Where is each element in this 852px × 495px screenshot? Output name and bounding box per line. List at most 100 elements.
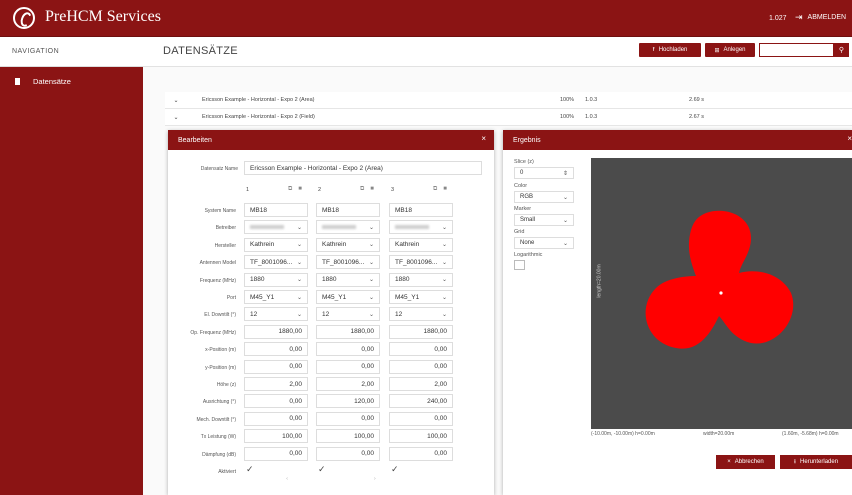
activated-checkbox[interactable]: ✓ xyxy=(246,464,254,475)
chevron-down-icon[interactable]: ⌄ xyxy=(165,97,187,104)
field-value: M45_Y1 xyxy=(395,293,420,301)
logout-icon: ⇥ xyxy=(795,12,803,22)
field-input[interactable]: 0,00 xyxy=(389,359,453,374)
upload-button[interactable]: ⭱ Hochladen xyxy=(639,43,701,57)
table-row[interactable]: ⌄ Ericsson Example - Horizontal - Expo 2… xyxy=(165,109,852,126)
download-button[interactable]: ⭳ Herunterladen xyxy=(780,455,852,469)
field-select[interactable]: Kathrein ⌄ xyxy=(244,237,308,252)
sidebar-item-datensaetze[interactable]: Datensätze xyxy=(0,71,143,91)
field-value: 0,00 xyxy=(289,397,302,405)
field-value: 12 xyxy=(395,310,403,318)
slice-input[interactable]: 0 ⇕ xyxy=(514,167,574,179)
field-select[interactable]: ⌄ xyxy=(316,220,380,235)
field-select[interactable]: M45_Y1 ⌄ xyxy=(389,290,453,304)
field-input[interactable]: 2,00 xyxy=(244,377,308,391)
field-value: TF_8001096... xyxy=(250,258,293,266)
field-select[interactable]: 12 ⌄ xyxy=(316,307,380,322)
field-input[interactable]: 0,00 xyxy=(244,394,308,409)
field-select[interactable]: 1880 ⌄ xyxy=(316,272,380,287)
field-input[interactable]: 0,00 xyxy=(389,411,453,426)
upload-label: Hochladen xyxy=(658,47,688,53)
result-panel-title: Ergebnis xyxy=(513,136,541,144)
field-input[interactable]: 120,00 xyxy=(316,394,380,409)
row-version: 1.0.3 xyxy=(585,97,598,103)
chevron-down-icon[interactable]: ⌄ xyxy=(165,114,187,121)
chevron-down-icon: ⌄ xyxy=(368,311,374,318)
search-button[interactable]: ⚲ xyxy=(834,43,849,57)
field-label: Port xyxy=(226,295,236,301)
field-label: El. Downtilt (°) xyxy=(204,312,236,319)
chevron-down-icon: ⌄ xyxy=(296,277,302,284)
field-input[interactable]: MB18 xyxy=(244,203,308,217)
stepper-icon[interactable]: ⇕ xyxy=(563,170,568,177)
activated-checkbox[interactable]: ✓ xyxy=(318,464,326,475)
marker-select[interactable]: Small ⌄ xyxy=(514,214,574,226)
field-select[interactable]: TF_8001096... ⌄ xyxy=(316,255,380,270)
field-input[interactable]: 2,00 xyxy=(316,377,380,391)
field-select[interactable]: TF_8001096... ⌄ xyxy=(244,255,308,270)
field-input[interactable]: MB18 xyxy=(389,203,453,217)
field-input[interactable]: 100,00 xyxy=(316,429,380,444)
search-input[interactable] xyxy=(759,43,834,57)
field-select[interactable]: ⌄ xyxy=(244,220,308,235)
close-icon: × xyxy=(727,459,731,465)
copy-delete-icons[interactable]: ⧉■ xyxy=(360,186,380,193)
field-input[interactable]: 0,00 xyxy=(244,446,308,461)
field-input[interactable]: 100,00 xyxy=(389,429,453,444)
chevron-down-icon: ⌄ xyxy=(296,242,302,249)
field-select[interactable]: Kathrein ⌄ xyxy=(389,237,453,252)
field-label: Betreiber xyxy=(215,225,236,232)
field-input[interactable]: 0,00 xyxy=(389,342,453,357)
field-label: Höhe (z) xyxy=(216,382,236,388)
field-input[interactable]: 2,00 xyxy=(389,377,453,391)
create-button[interactable]: ⊞ Anlegen xyxy=(705,43,755,57)
page-title: DATENSÄTZE xyxy=(163,45,238,57)
field-select[interactable]: 12 ⌄ xyxy=(389,307,453,322)
field-input[interactable]: 0,00 xyxy=(316,411,380,426)
field-value: 100,00 xyxy=(354,432,374,440)
field-input[interactable]: 0,00 xyxy=(244,411,308,426)
plot-bottom-right: (1.60m, -5.68m) h=0.00m xyxy=(782,431,839,437)
field-select[interactable]: Kathrein ⌄ xyxy=(316,237,380,252)
close-icon[interactable]: × xyxy=(481,134,486,143)
field-input[interactable]: 0,00 xyxy=(316,446,380,461)
color-select[interactable]: RGB ⌄ xyxy=(514,191,574,203)
field-select[interactable]: ⌄ xyxy=(389,220,453,235)
scroll-arrows[interactable]: ‹ › xyxy=(168,476,494,482)
result-plot[interactable]: length=20.00m xyxy=(591,158,852,429)
field-select[interactable]: M45_Y1 ⌄ xyxy=(244,290,308,304)
field-value: TF_8001096... xyxy=(322,258,365,266)
copy-delete-icons[interactable]: ⧉■ xyxy=(433,186,453,193)
logout-button[interactable]: ⇥ ABMELDEN xyxy=(795,12,846,23)
field-input[interactable]: 240,00 xyxy=(389,394,453,409)
logarithmic-checkbox[interactable] xyxy=(514,260,525,270)
slice-label: Slice (z) xyxy=(514,159,534,165)
field-input[interactable]: 0,00 xyxy=(244,359,308,374)
field-input[interactable]: 1880,00 xyxy=(389,324,453,339)
version-label: 1.027 xyxy=(769,15,787,22)
close-icon[interactable]: × xyxy=(847,134,852,143)
table-row[interactable]: ⌄ Ericsson Example - Horizontal - Expo 2… xyxy=(165,92,852,109)
copy-delete-icons[interactable]: ⧉■ xyxy=(288,186,308,193)
field-input[interactable]: 0,00 xyxy=(316,359,380,374)
field-select[interactable]: TF_8001096... ⌄ xyxy=(389,255,453,270)
field-select[interactable]: 1880 ⌄ xyxy=(244,272,308,287)
grid-select[interactable]: None ⌄ xyxy=(514,237,574,249)
activated-checkbox[interactable]: ✓ xyxy=(391,464,399,475)
field-value xyxy=(250,225,284,230)
field-value: 0,00 xyxy=(361,345,374,353)
field-input[interactable]: MB18 xyxy=(316,203,380,217)
field-value: 0,00 xyxy=(289,345,302,353)
field-select[interactable]: 1880 ⌄ xyxy=(389,272,453,287)
field-select[interactable]: 12 ⌄ xyxy=(244,307,308,322)
cancel-button[interactable]: × Abbrechen xyxy=(716,455,775,469)
field-input[interactable]: 1880,00 xyxy=(316,324,380,339)
field-input[interactable]: 0,00 xyxy=(389,446,453,461)
field-input[interactable]: 0,00 xyxy=(316,342,380,357)
field-input[interactable]: 1880,00 xyxy=(244,324,308,339)
field-select[interactable]: M45_Y1 ⌄ xyxy=(316,290,380,304)
field-input[interactable]: 100,00 xyxy=(244,429,308,444)
field-input[interactable]: 0,00 xyxy=(244,342,308,357)
dataset-name-field[interactable]: Ericsson Example - Horizontal - Expo 2 (… xyxy=(244,161,482,175)
field-value: 12 xyxy=(250,310,258,318)
